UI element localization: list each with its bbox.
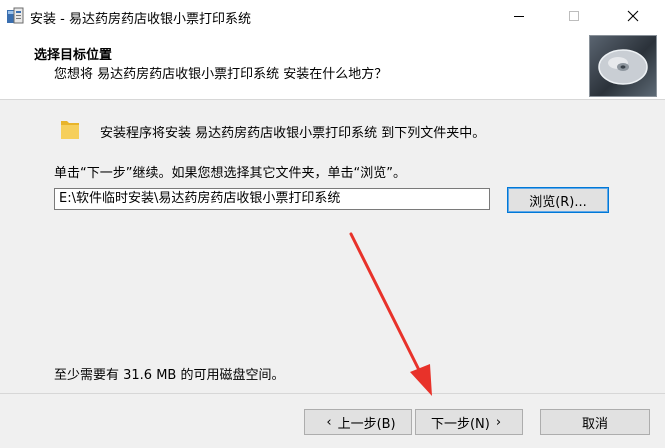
window-title: 安装 - 易达药房药店收银小票打印系统: [30, 12, 251, 27]
page-title: 选择目标位置: [34, 48, 113, 63]
chevron-right-icon: ›: [495, 414, 502, 430]
footer-divider: [0, 393, 665, 394]
browse-button[interactable]: 浏览(R)...: [507, 187, 609, 213]
close-button[interactable]: [610, 0, 656, 32]
install-message: 安装程序将安装 易达药房药店收银小票打印系统 到下列文件夹中。: [100, 126, 486, 141]
page-subtitle: 您想将 易达药房药店收银小票打印系统 安装在什么地方？: [54, 67, 388, 82]
folder-icon: [60, 117, 80, 141]
maximize-button[interactable]: [551, 0, 597, 32]
disk-space-text: 至少需要有 31.6 MB 的可用磁盘空间。: [54, 368, 285, 383]
next-button[interactable]: 下一步(N) ›: [415, 409, 523, 435]
close-icon: [627, 10, 639, 22]
back-button-label: 上一步(B): [337, 416, 396, 432]
disc-icon: [589, 35, 657, 97]
back-button[interactable]: ‹ 上一步(B): [304, 409, 412, 435]
instruction-text: 单击“下一步”继续。如果您想选择其它文件夹，单击“浏览”。: [54, 166, 406, 181]
maximize-icon: [569, 11, 579, 21]
next-button-label: 下一步(N): [430, 416, 490, 432]
chevron-left-icon: ‹: [326, 414, 332, 430]
title-bar: 安装 - 易达药房药店收银小票打印系统: [0, 0, 665, 32]
minimize-icon: [514, 16, 524, 17]
install-path-field[interactable]: E:\软件临时安装\易达药房药店收银小票打印系统: [54, 188, 490, 210]
minimize-button[interactable]: [496, 0, 542, 32]
installer-window: 安装 - 易达药房药店收银小票打印系统 选择目标位置 您想将 易达药房药店收银小…: [0, 0, 665, 448]
installer-app-icon: [6, 7, 24, 25]
wizard-header: 选择目标位置 您想将 易达药房药店收银小票打印系统 安装在什么地方？: [0, 32, 665, 100]
cancel-button[interactable]: 取消: [540, 409, 650, 435]
